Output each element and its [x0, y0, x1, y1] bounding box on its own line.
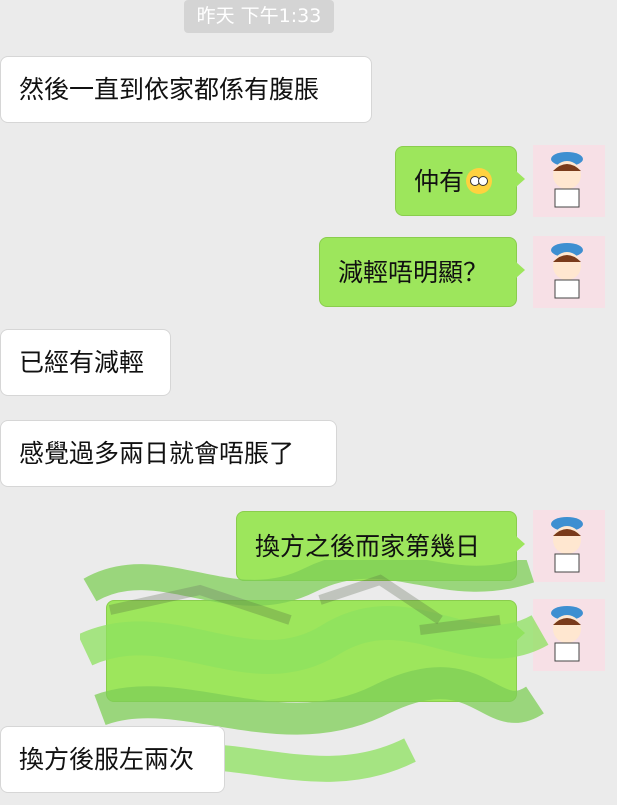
avatar[interactable] [533, 145, 605, 217]
message-bubble-received[interactable]: 已經有減輕 [0, 329, 171, 396]
message-text: 換方後服左兩次 [19, 745, 195, 774]
message-bubble-sent[interactable]: 減輕唔明顯？ [319, 237, 525, 307]
message-bubble-sent[interactable]: 仲有 [395, 146, 525, 216]
message-text: 然後一直到依家都係有腹脹 [19, 75, 320, 104]
message-bubble-sent-redacted[interactable] [106, 600, 525, 702]
message-text: 感覺過多兩日就會唔脹了 [19, 439, 295, 468]
astonished-face-icon [466, 168, 493, 194]
message-bubble-received[interactable]: 感覺過多兩日就會唔脹了 [0, 420, 337, 487]
message-bubble-received[interactable]: 然後一直到依家都係有腹脹 [0, 56, 372, 123]
message-text: 仲有 [414, 166, 465, 196]
message-text: 減輕唔明顯？ [338, 257, 489, 287]
message-bubble-received[interactable]: 換方後服左兩次 [0, 726, 225, 793]
avatar[interactable] [533, 599, 605, 671]
avatar[interactable] [533, 510, 605, 582]
message-bubble-sent[interactable]: 換方之後而家第幾日 [236, 511, 525, 581]
avatar[interactable] [533, 236, 605, 308]
message-text: 換方之後而家第幾日 [255, 531, 481, 561]
timestamp: 昨天 下午1:33 [184, 0, 334, 33]
message-text: 已經有減輕 [19, 348, 145, 377]
